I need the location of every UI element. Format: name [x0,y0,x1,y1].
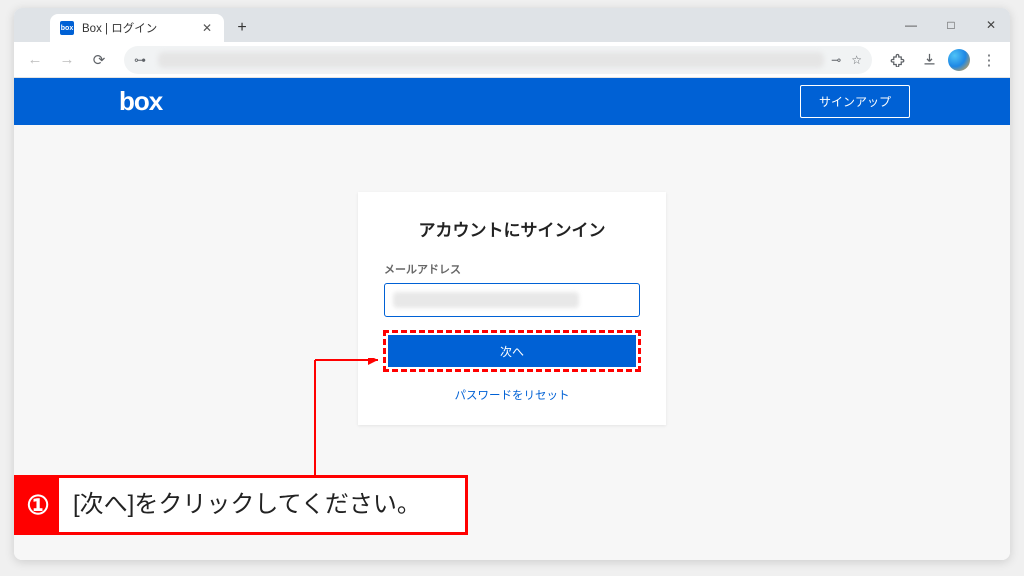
browser-toolbar: ← → ⟳ ⊶ ⊸ ☆ ⋮ [14,42,1010,78]
maximize-button[interactable]: □ [938,18,964,32]
download-icon[interactable] [916,47,942,73]
minimize-button[interactable]: ― [898,18,924,32]
key-icon[interactable]: ⊸ [831,53,841,67]
login-title: アカウントにサインイン [384,216,640,241]
bookmark-icon[interactable]: ☆ [851,53,862,67]
tab-favicon-icon: box [60,21,74,35]
reset-password-link[interactable]: パスワードをリセット [384,387,640,403]
reload-button[interactable]: ⟳ [86,47,112,73]
new-tab-button[interactable]: + [230,16,254,40]
next-button-wrap: 次へ [384,331,640,371]
instruction-text: [次へ]をクリックしてください。 [59,478,435,532]
page-content: box サインアップ アカウントにサインイン メールアドレス 次へ パスワードを… [14,78,1010,560]
back-button[interactable]: ← [22,47,48,73]
step-number-badge: ① [17,478,59,532]
login-card: アカウントにサインイン メールアドレス 次へ パスワードをリセット [358,192,666,425]
browser-tab[interactable]: box Box | ログイン ✕ [50,14,224,42]
email-label: メールアドレス [384,261,640,277]
box-logo[interactable]: box [119,86,162,117]
titlebar: box Box | ログイン ✕ + ― □ ✕ [14,8,1010,42]
instruction-callout: ① [次へ]をクリックしてください。 [14,475,468,535]
window-close-button[interactable]: ✕ [978,18,1004,32]
signup-button[interactable]: サインアップ [800,85,910,118]
browser-window: box Box | ログイン ✕ + ― □ ✕ ← → ⟳ ⊶ ⊸ ☆ [14,8,1010,560]
email-input[interactable] [384,283,640,317]
menu-icon[interactable]: ⋮ [976,47,1002,73]
url-blurred [158,52,824,68]
extensions-icon[interactable] [884,47,910,73]
address-bar[interactable]: ⊶ ⊸ ☆ [124,46,872,74]
window-controls: ― □ ✕ [898,8,1004,42]
tab-close-icon[interactable]: ✕ [200,21,214,35]
forward-button[interactable]: → [54,47,80,73]
box-page-header: box サインアップ [14,78,1010,125]
tab-title: Box | ログイン [82,20,157,36]
site-settings-icon[interactable]: ⊶ [134,53,146,67]
next-button[interactable]: 次へ [388,335,636,367]
profile-avatar[interactable] [948,49,970,71]
email-value-blurred [393,292,579,308]
